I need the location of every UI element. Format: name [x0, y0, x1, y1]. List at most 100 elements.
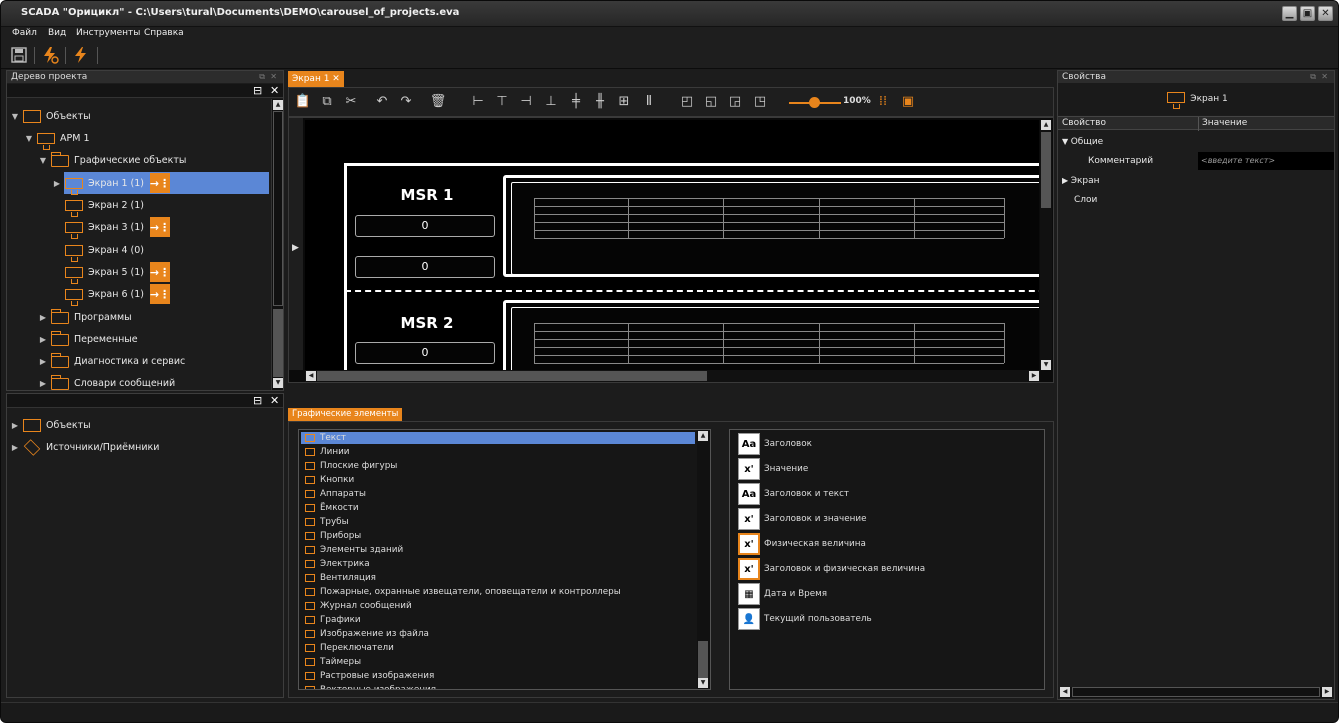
expand-arrow-icon[interactable]: ▶	[292, 243, 299, 253]
msr2-value1[interactable]: 0	[355, 342, 495, 364]
menu-help[interactable]: Справка	[144, 28, 184, 38]
category-item[interactable]: Ёмкости	[305, 501, 359, 515]
tree-item-screen4[interactable]: Экран 4 (0)	[62, 240, 144, 262]
copy-icon[interactable]: ⧉	[318, 92, 336, 110]
close-icon[interactable]: ✕	[270, 84, 279, 98]
group-screen[interactable]: ▶ Экран	[1062, 176, 1100, 186]
menu-file[interactable]: Файл	[12, 28, 37, 38]
canvas-vscroll[interactable]: ▲ ▼	[1040, 120, 1052, 370]
tree-item-variables[interactable]: ▶ Переменные	[38, 329, 138, 349]
tree-item-screen6[interactable]: Экран 6 (1) →⋮	[62, 284, 170, 306]
category-item[interactable]: Таймеры	[305, 655, 361, 669]
selected-object-header: Экран 1	[1058, 83, 1334, 115]
bring-forward-icon[interactable]: ◱	[702, 92, 720, 110]
align-center-v-icon[interactable]: ╪	[567, 92, 585, 110]
category-item[interactable]: Изображение из файла	[305, 627, 429, 641]
msr1-chart[interactable]	[503, 175, 1039, 277]
cut-icon[interactable]: ✂	[342, 92, 360, 110]
zoom-label[interactable]: 100%	[843, 96, 871, 106]
category-scrollbar[interactable]: ▲ ▼	[697, 430, 710, 689]
tree-item-screen5[interactable]: Экран 5 (1) →⋮	[62, 262, 170, 284]
distribute-h-icon[interactable]: ⊞	[615, 92, 633, 110]
distribute-v-icon[interactable]: Ⅱ	[640, 92, 658, 110]
align-bottom-icon[interactable]: ⊥	[542, 92, 560, 110]
tree-item-screen1[interactable]: ▶ Экран 1 (1) →⋮	[52, 173, 170, 195]
category-item[interactable]: Текст	[305, 431, 346, 445]
category-item[interactable]: Журнал сообщений	[305, 599, 412, 613]
tree-item-graphic-objects[interactable]: ▼ Графические объекты	[38, 150, 186, 170]
tree-item-dictionaries[interactable]: ▶ Словари сообщений	[38, 373, 175, 391]
align-center-h-icon[interactable]: ╫	[591, 92, 609, 110]
close-button[interactable]: ✕	[1318, 6, 1333, 21]
group-general[interactable]: ▼ Общие	[1062, 137, 1103, 147]
save-icon[interactable]	[8, 44, 30, 66]
comment-field[interactable]: <введите текст>	[1198, 152, 1334, 170]
category-item[interactable]: Переключатели	[305, 641, 394, 655]
category-item[interactable]: Кнопки	[305, 473, 354, 487]
category-item[interactable]: Пожарные, охранные извещатели, оповещате…	[305, 585, 621, 599]
canvas-hscroll[interactable]: ◀ ▶	[305, 370, 1040, 382]
align-top-icon[interactable]: ⊤	[493, 92, 511, 110]
category-item[interactable]: Растровые изображения	[305, 669, 434, 683]
category-item[interactable]: Электрика	[305, 557, 370, 571]
align-right-icon[interactable]: ⊣	[517, 92, 535, 110]
delete-icon[interactable]: 🗑	[429, 92, 447, 110]
close-icon[interactable]: ✕	[270, 394, 279, 408]
bring-front-icon[interactable]: ◰	[678, 92, 696, 110]
msr2-chart[interactable]	[503, 300, 1039, 370]
category-item[interactable]: Линии	[305, 445, 350, 459]
tree-item-screen3[interactable]: Экран 3 (1) →⋮	[62, 217, 170, 239]
send-backward-icon[interactable]: ◲	[726, 92, 744, 110]
fit-screen-icon[interactable]: ▣	[899, 92, 917, 110]
category-item[interactable]: Элементы зданий	[305, 543, 403, 557]
element-item[interactable]: x' Значение	[738, 457, 808, 481]
dock-icon[interactable]: ⊟	[253, 84, 262, 98]
element-item[interactable]: x' Заголовок и значение	[738, 507, 867, 531]
tree-item-objects[interactable]: ▶ Объекты	[10, 415, 91, 435]
element-item[interactable]: Aa Заголовок	[738, 432, 812, 456]
msr1-value2[interactable]: 0	[355, 256, 495, 278]
tab-graphic-elements[interactable]: Графические элементы	[288, 408, 403, 421]
close-panel-icon[interactable]: ✕	[270, 72, 277, 81]
zoom-slider-thumb[interactable]	[809, 97, 820, 108]
float-icon[interactable]: ⧉	[1310, 72, 1316, 82]
element-item[interactable]: x' Заголовок и физическая величина	[738, 557, 925, 581]
category-item[interactable]: Вентиляция	[305, 571, 376, 585]
send-back-icon[interactable]: ◳	[751, 92, 769, 110]
undo-icon[interactable]: ↶	[373, 92, 391, 110]
layers-item[interactable]: Слои	[1074, 195, 1097, 205]
minimize-button[interactable]: ▁	[1282, 6, 1297, 21]
build-settings-icon[interactable]	[39, 44, 61, 66]
maximize-button[interactable]: ▣	[1300, 6, 1315, 21]
grid-icon[interactable]: ⁞⁞	[874, 92, 892, 110]
element-item[interactable]: 👤 Текущий пользователь	[738, 607, 872, 631]
msr1-value1[interactable]: 0	[355, 215, 495, 237]
close-panel-icon[interactable]: ✕	[1321, 72, 1328, 81]
category-item[interactable]: Приборы	[305, 529, 361, 543]
menu-tools[interactable]: Инструменты	[76, 28, 140, 38]
tab-screen1[interactable]: Экран 1 ✕	[288, 71, 344, 87]
float-icon[interactable]: ⧉	[259, 72, 265, 82]
category-item[interactable]: Аппараты	[305, 487, 366, 501]
tree-item-arm1[interactable]: ▼ АРМ 1	[24, 128, 90, 150]
element-item[interactable]: Aa Заголовок и текст	[738, 482, 849, 506]
tree-scrollbar[interactable]: ▲ ▼	[271, 99, 283, 390]
redo-icon[interactable]: ↷	[397, 92, 415, 110]
tree-item-sources[interactable]: ▶ Источники/Приёмники	[10, 437, 159, 457]
category-item[interactable]: Трубы	[305, 515, 349, 529]
category-item[interactable]: Плоские фигуры	[305, 459, 397, 473]
category-item[interactable]: Графики	[305, 613, 361, 627]
build-icon[interactable]	[70, 44, 92, 66]
align-left-icon[interactable]: ⊢	[469, 92, 487, 110]
category-item[interactable]: Векторные изображения	[305, 683, 436, 689]
properties-hscroll[interactable]: ◀ ▶	[1060, 687, 1332, 698]
tree-item-diagnostics[interactable]: ▶ Диагностика и сервис	[38, 351, 185, 371]
tree-item-screen2[interactable]: Экран 2 (1)	[62, 195, 144, 217]
paste-icon[interactable]: 📋	[294, 92, 312, 110]
tree-item-programs[interactable]: ▶ Программы	[38, 307, 132, 327]
dock-icon[interactable]: ⊟	[253, 394, 262, 408]
tree-item-objects[interactable]: ▼ Объекты	[10, 106, 91, 126]
element-item[interactable]: x' Физическая величина	[738, 532, 866, 556]
menu-view[interactable]: Вид	[48, 28, 66, 38]
element-item[interactable]: ▦ Дата и Время	[738, 582, 827, 606]
